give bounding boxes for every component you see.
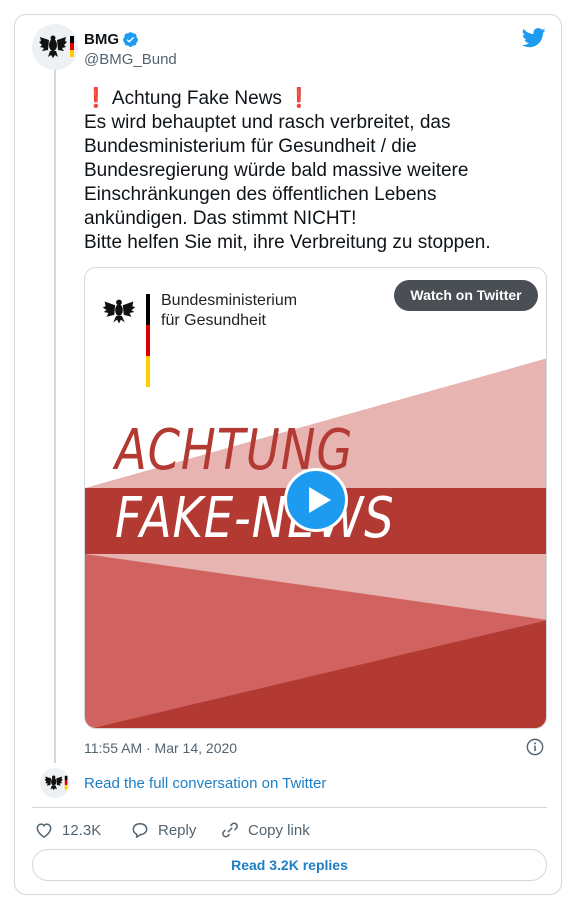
twitter-bird-icon[interactable] <box>522 28 546 48</box>
like-button[interactable]: 12.3K <box>34 820 101 840</box>
link-icon <box>222 822 238 838</box>
eagle-logo <box>39 35 74 58</box>
play-icon <box>309 487 331 513</box>
reply-button[interactable]: Reply <box>130 820 196 840</box>
german-flag-bar <box>146 294 150 387</box>
tweet-line: Bitte helfen Sie mit, ihre Verbreitung z… <box>84 232 491 253</box>
tweet-line: Achtung Fake News <box>111 88 282 109</box>
copy-link-label: Copy link <box>248 821 310 839</box>
info-icon[interactable] <box>526 738 544 756</box>
play-button[interactable] <box>284 468 348 532</box>
thread-line <box>54 68 56 763</box>
reply-label: Reply <box>158 821 197 839</box>
eagle-logo <box>102 299 136 324</box>
org-name-line2: für Gesundheit <box>161 312 266 329</box>
divider <box>32 807 547 808</box>
copy-link-button[interactable]: Copy link <box>220 820 310 840</box>
tweet-timestamp[interactable]: 11:55 AM · Mar 14, 2020 <box>84 740 237 756</box>
eagle-logo <box>44 775 68 791</box>
verified-badge-icon <box>123 32 138 47</box>
account-name[interactable]: BMG <box>84 31 119 48</box>
avatar-small[interactable] <box>40 768 70 798</box>
read-full-conversation-link[interactable]: Read the full conversation on Twitter <box>84 775 326 792</box>
avatar[interactable] <box>32 24 78 70</box>
tweet-line: Es wird behauptet und rasch verbreitet, … <box>84 112 451 133</box>
exclamation-emoji: ❗ <box>84 88 108 109</box>
tweet-line-headline: ❗ Achtung Fake News ❗ <box>84 87 544 111</box>
reply-bubble-icon <box>132 823 148 838</box>
tweet-line: Bundesministerium für Gesundheit / die <box>84 136 417 157</box>
exclamation-emoji: ❗ <box>287 88 311 109</box>
account-handle[interactable]: @BMG_Bund <box>84 51 177 68</box>
read-replies-button[interactable]: Read 3.2K replies <box>32 849 547 881</box>
tweet-line: ankündigen. Das stimmt NICHT! <box>84 208 357 229</box>
tweet-line: Einschränkungen des öffentlichen Lebens <box>84 184 437 205</box>
org-name-line1: Bundesministerium <box>161 292 298 309</box>
tweet-text: ❗ Achtung Fake News ❗ Es wird behauptet … <box>84 87 544 255</box>
media-headline-fakenews: FAKE-NEWS <box>115 486 395 551</box>
like-count: 12.3K <box>62 821 102 839</box>
watch-on-twitter-button[interactable]: Watch on Twitter <box>394 280 538 311</box>
heart-icon <box>36 823 52 838</box>
tweet-line: Bundesregierung würde bald massive weite… <box>84 160 469 181</box>
video-media[interactable]: Bundesministerium für Gesundheit Watch o… <box>84 267 547 729</box>
